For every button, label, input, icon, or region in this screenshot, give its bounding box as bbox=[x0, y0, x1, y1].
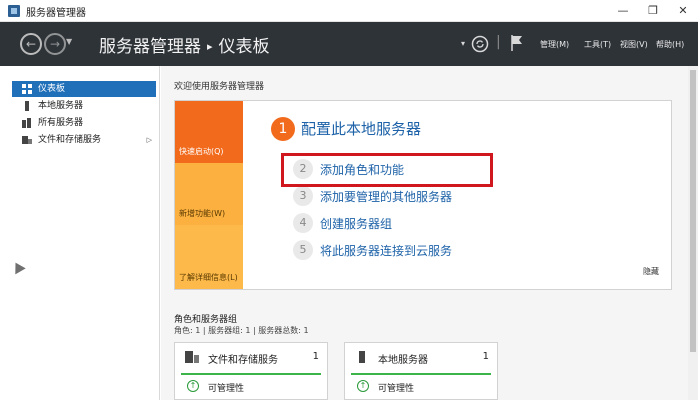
file-storage-icon bbox=[22, 136, 32, 144]
refresh-dropdown-icon[interactable]: ▾ bbox=[461, 39, 465, 48]
close-button[interactable]: ✕ bbox=[668, 0, 698, 22]
server-icon bbox=[359, 351, 365, 363]
tab-label: 了解详细信息(L) bbox=[179, 273, 238, 282]
server-manager-icon bbox=[8, 5, 20, 17]
dashboard-main: 欢迎使用服务器管理器 快速启动(Q) 新增功能(W) 了解详细信息(L) 1 配… bbox=[161, 66, 698, 400]
add-other-servers-link[interactable]: 添加要管理的其他服务器 bbox=[320, 188, 452, 205]
servers-icon bbox=[22, 118, 31, 128]
sidebar-item-label: 文件和存储服务 bbox=[38, 135, 102, 145]
step-number-3: 3 bbox=[293, 186, 313, 206]
highlight-box bbox=[281, 153, 493, 187]
sidebar-item-file-storage[interactable]: 文件和存储服务 ▷ bbox=[12, 132, 156, 148]
breadcrumb-current: 仪表板 bbox=[218, 37, 270, 57]
breadcrumb: 服务器管理器 ▸ 仪表板 bbox=[99, 32, 270, 57]
window-title: 服务器管理器 bbox=[26, 8, 86, 19]
role-card-count: 1 bbox=[312, 351, 319, 362]
file-storage-icon bbox=[185, 351, 199, 363]
step-number-4: 4 bbox=[293, 213, 313, 233]
sidebar-item-label: 仪表板 bbox=[38, 84, 66, 94]
app-header: ← → ▼ 服务器管理器 ▸ 仪表板 ▾ | 管理(M) 工具(T) 视图(V) 帮… bbox=[0, 22, 698, 66]
sidebar-item-label: 本地服务器 bbox=[38, 101, 84, 111]
up-arrow-status-icon: ↑ bbox=[187, 380, 199, 392]
role-card-status[interactable]: 可管理性 bbox=[208, 381, 244, 394]
hide-link[interactable]: 隐藏 bbox=[643, 266, 659, 277]
breadcrumb-separator: ▸ bbox=[207, 40, 213, 53]
menu-view[interactable]: 视图(V) bbox=[620, 39, 648, 50]
forward-arrow-icon[interactable]: → bbox=[44, 33, 66, 55]
step-number-5: 5 bbox=[293, 240, 313, 260]
up-arrow-status-icon: ↑ bbox=[357, 380, 369, 392]
connect-cloud-services-link[interactable]: 将此服务器连接到云服务 bbox=[320, 242, 452, 259]
tab-label: 新增功能(W) bbox=[179, 209, 226, 218]
refresh-icon[interactable] bbox=[471, 35, 489, 53]
menu-help[interactable]: 帮助(H) bbox=[656, 39, 684, 50]
sidebar-item-local-server[interactable]: 本地服务器 bbox=[12, 98, 156, 114]
scrollbar-thumb[interactable] bbox=[690, 70, 696, 352]
role-card-name: 本地服务器 bbox=[378, 355, 428, 366]
window-titlebar: 服务器管理器 — ❐ ✕ bbox=[0, 0, 698, 22]
back-arrow-icon[interactable]: ← bbox=[20, 33, 42, 55]
role-card-status[interactable]: 可管理性 bbox=[378, 381, 414, 394]
minimize-button[interactable]: — bbox=[608, 0, 638, 22]
maximize-button[interactable]: ❐ bbox=[638, 0, 668, 22]
vertical-scrollbar[interactable] bbox=[688, 66, 698, 400]
role-card-status-bar bbox=[351, 373, 491, 375]
tab-learn-more[interactable]: 了解详细信息(L) bbox=[175, 225, 243, 289]
tab-whats-new[interactable]: 新增功能(W) bbox=[175, 163, 243, 225]
tab-quick-start[interactable]: 快速启动(Q) bbox=[175, 101, 243, 163]
server-icon bbox=[25, 101, 29, 111]
notifications-flag-icon[interactable] bbox=[510, 34, 524, 52]
configure-local-server-link[interactable]: 配置此本地服务器 bbox=[301, 118, 421, 139]
sidebar-item-label: 所有服务器 bbox=[38, 118, 84, 128]
role-card-local-server[interactable]: 本地服务器 1 ↑ 可管理性 bbox=[344, 342, 498, 400]
roles-section-summary: 角色: 1 | 服务器组: 1 | 服务器总数: 1 bbox=[174, 326, 309, 335]
tab-label: 快速启动(Q) bbox=[179, 147, 224, 156]
role-card-status-bar bbox=[181, 373, 321, 375]
quick-start-panel: 快速启动(Q) 新增功能(W) 了解详细信息(L) 1 配置此本地服务器 2 添… bbox=[174, 100, 672, 290]
dashboard-grid-icon bbox=[22, 84, 32, 94]
role-card-file-storage[interactable]: 文件和存储服务 1 ↑ 可管理性 bbox=[174, 342, 328, 400]
sidebar-item-dashboard[interactable]: 仪表板 bbox=[12, 81, 156, 97]
history-dropdown-icon[interactable]: ▼ bbox=[66, 37, 72, 46]
expand-arrow-icon[interactable]: ▷ bbox=[147, 132, 152, 148]
menu-tools[interactable]: 工具(T) bbox=[584, 39, 611, 50]
step-number-1: 1 bbox=[271, 117, 295, 141]
sidebar-item-all-servers[interactable]: 所有服务器 bbox=[12, 115, 156, 131]
menu-manage[interactable]: 管理(M) bbox=[540, 39, 569, 50]
create-server-group-link[interactable]: 创建服务器组 bbox=[320, 215, 392, 232]
sidebar: 仪表板 本地服务器 所有服务器 文件和存储服务 ▷ bbox=[0, 66, 160, 400]
header-divider: | bbox=[496, 34, 501, 50]
roles-section-title: 角色和服务器组 bbox=[174, 315, 238, 325]
role-card-count: 1 bbox=[482, 351, 489, 362]
breadcrumb-root[interactable]: 服务器管理器 bbox=[99, 37, 201, 57]
role-card-name: 文件和存储服务 bbox=[208, 355, 278, 366]
welcome-title: 欢迎使用服务器管理器 bbox=[174, 82, 265, 92]
